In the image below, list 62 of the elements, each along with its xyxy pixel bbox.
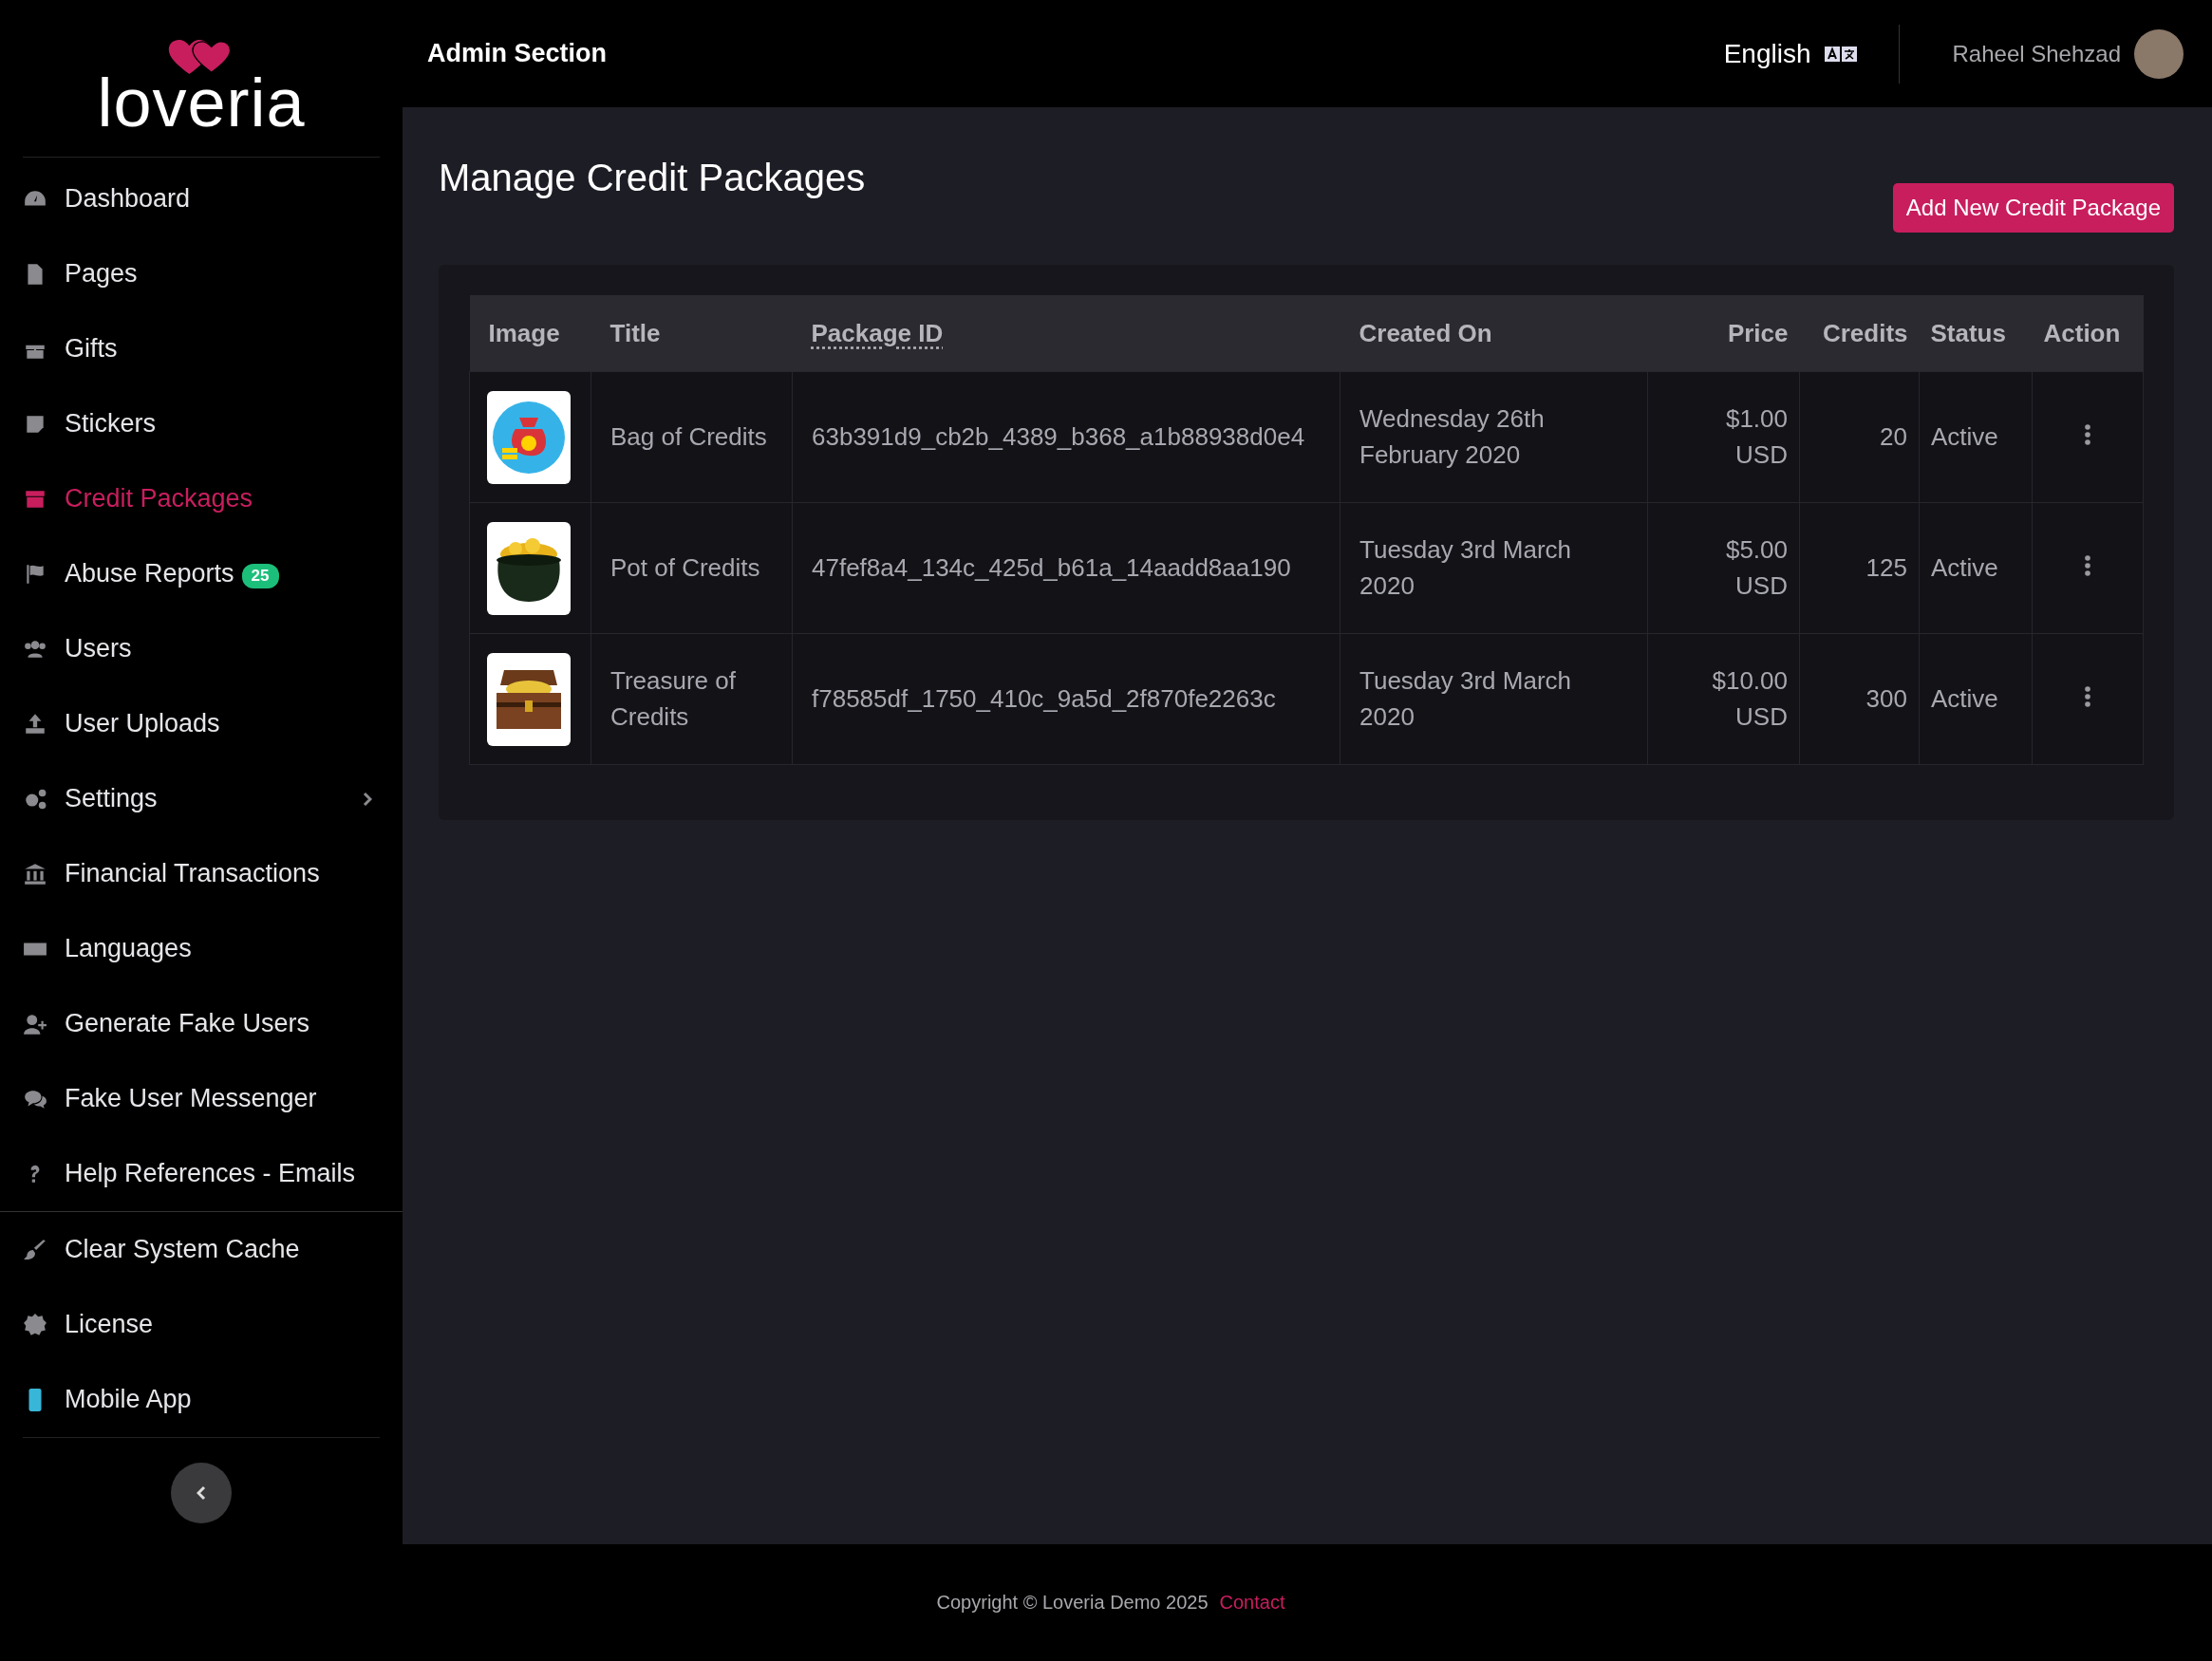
- table-cell: 20: [1799, 371, 1920, 503]
- language-selector[interactable]: English: [1723, 38, 1857, 69]
- badge-icon: [23, 1312, 47, 1337]
- column-header: Price: [1647, 295, 1800, 372]
- bank-icon: [23, 861, 47, 886]
- sidebar-item[interactable]: Abuse Reports 25: [23, 536, 380, 611]
- sidebar-item[interactable]: Credit Packages: [23, 461, 380, 536]
- more-vertical-icon: [2085, 423, 2090, 445]
- sidebar-item[interactable]: Generate Fake Users: [23, 986, 380, 1061]
- table-cell: 125: [1799, 502, 1920, 634]
- sidebar-item[interactable]: Mobile App: [23, 1362, 380, 1437]
- table-cell: Active: [1919, 633, 2033, 765]
- sidebar-item[interactable]: Pages: [23, 236, 380, 311]
- table-cell: Tuesday 3rd March 2020: [1340, 502, 1648, 634]
- more-vertical-icon: [2085, 554, 2090, 576]
- column-header: Status: [1919, 295, 2033, 372]
- column-header: Action: [2032, 295, 2144, 372]
- table-cell: 47fef8a4_134c_425d_b61a_14aadd8aa190: [792, 502, 1340, 634]
- table-cell: Bag of Credits: [590, 371, 793, 503]
- column-header: Title: [590, 295, 793, 372]
- brush-icon: [23, 1237, 47, 1262]
- column-header: Image: [469, 295, 591, 372]
- sidebar-item[interactable]: Languages: [23, 911, 380, 986]
- table-cell: Active: [1919, 371, 2033, 503]
- chevron-left-icon: [197, 1485, 206, 1501]
- section-title: Admin Section: [427, 39, 607, 68]
- column-header: Created On: [1340, 295, 1648, 372]
- sidebar-item[interactable]: Settings: [23, 761, 380, 836]
- table-cell: Active: [1919, 502, 2033, 634]
- copyright-text: Copyright © Loveria Demo 2025: [936, 1592, 1209, 1614]
- user-menu[interactable]: Raheel Shehzad: [1952, 28, 2184, 79]
- add-package-button[interactable]: Add New Credit Package: [1892, 183, 2174, 233]
- sidebar-item[interactable]: Financial Transactions: [23, 836, 380, 911]
- table-cell: 63b391d9_cb2b_4389_b368_a1b88938d0e4: [792, 371, 1340, 503]
- table-cell: Treasure of Credits: [590, 633, 793, 765]
- table-cell-text: $10.00 USD: [1711, 664, 1788, 733]
- sidebar-item[interactable]: Stickers: [23, 386, 380, 461]
- sidebar-item[interactable]: License: [23, 1287, 380, 1362]
- contact-link[interactable]: Contact: [1219, 1592, 1285, 1614]
- chevron-right-icon: [363, 791, 372, 807]
- sidebar-item[interactable]: Dashboard: [23, 161, 380, 236]
- more-vertical-icon: [2085, 685, 2090, 707]
- column-header[interactable]: Package ID: [792, 295, 1340, 372]
- table-cell: Tuesday 3rd March 2020: [1340, 633, 1648, 765]
- table-cell: f78585df_1750_410c_9a5d_2f870fe2263c: [792, 633, 1340, 765]
- table-cell: 300: [1799, 633, 1920, 765]
- sidebar-item[interactable]: Gifts: [23, 311, 380, 386]
- sidebar-item[interactable]: Help References - Emails: [23, 1136, 380, 1211]
- page-title: Manage Credit Packages: [439, 157, 866, 199]
- logo-text: loveria: [97, 68, 306, 137]
- sidebar-item[interactable]: User Uploads: [23, 686, 380, 761]
- table-cell: Wednesday 26th February 2020: [1340, 371, 1648, 503]
- column-header: Credits: [1799, 295, 1920, 372]
- sidebar-item[interactable]: Users: [23, 611, 380, 686]
- table-cell: Pot of Credits: [590, 502, 793, 634]
- table-cell-text: $5.00 USD: [1724, 533, 1788, 602]
- count-badge: 25: [241, 563, 279, 588]
- sidebar-item[interactable]: Fake User Messenger: [23, 1061, 380, 1136]
- sidebar-item[interactable]: Clear System Cache: [23, 1212, 380, 1287]
- avatar-placeholder: [2134, 28, 2184, 79]
- translate-icon: [1824, 45, 1857, 63]
- table-cell-text: $1.00 USD: [1724, 402, 1788, 471]
